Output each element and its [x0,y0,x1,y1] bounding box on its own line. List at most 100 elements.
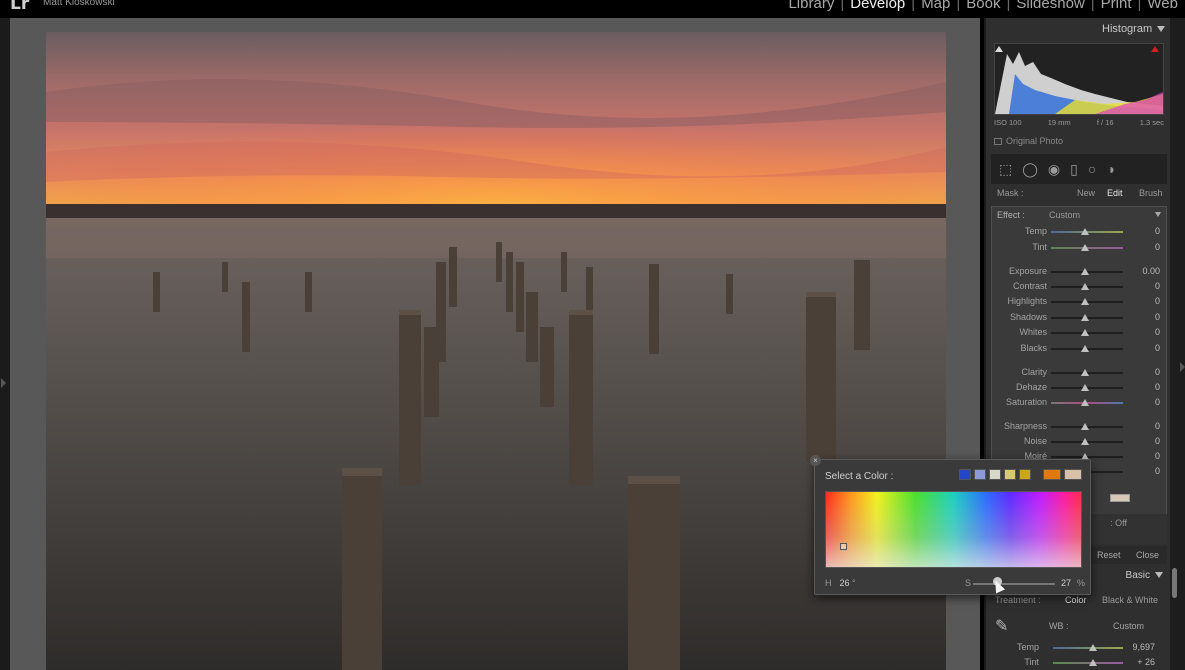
color-spectrum[interactable] [825,491,1082,568]
effect-highlights-slider[interactable]: Highlights 0 [992,295,1168,309]
slider-thumb[interactable] [1089,659,1097,666]
left-panel-collapsed[interactable] [0,18,10,670]
slider-thumb[interactable] [1081,228,1089,235]
module-web[interactable]: Web [1144,0,1181,12]
effect-tint-slider[interactable]: Tint 0 [992,241,1168,255]
effect-shadows-slider[interactable]: Shadows 0 [992,311,1168,325]
expand-left-panel-icon[interactable] [1,378,6,388]
hue-value[interactable]: 26 [840,578,850,588]
wb-dropdown[interactable]: Custom [1113,621,1144,631]
histogram-header[interactable]: Histogram [1102,23,1166,35]
spectrum-marker[interactable] [840,543,847,550]
slider-track[interactable] [1053,662,1123,664]
slider-value[interactable]: 0 [1155,421,1160,431]
slider-thumb[interactable] [1081,369,1089,376]
slider-thumb[interactable] [1081,268,1089,275]
photo-preview[interactable] [46,32,946,670]
slider-thumb[interactable] [1081,314,1089,321]
slider-value[interactable]: 0 [1155,226,1160,236]
graduated-filter-icon[interactable]: ▯ [1070,162,1078,176]
mask-brush-button[interactable]: Brush [1139,188,1163,198]
slider-value[interactable]: + 26 [1137,657,1155,667]
slider-thumb[interactable] [1081,384,1089,391]
effect-temp-slider[interactable]: Temp 0 [992,225,1168,239]
effect-preset-dropdown[interactable]: Custom [1049,210,1080,220]
slider-value[interactable]: 0 [1155,367,1160,377]
slider-thumb[interactable] [1089,644,1097,651]
module-develop[interactable]: Develop [847,0,908,12]
eyedropper-icon[interactable]: ✎ [995,616,1008,636]
module-print[interactable]: Print [1098,0,1135,12]
collapse-triangle-icon[interactable] [1155,572,1163,579]
slider-thumb[interactable] [1081,438,1089,445]
color-swatch[interactable] [1004,469,1016,480]
slider-value[interactable]: 0 [1155,382,1160,392]
basic-temp-slider[interactable]: Temp 9,697 [991,641,1167,655]
reset-button[interactable]: Reset [1097,550,1121,560]
effect-noise-slider[interactable]: Noise 0 [992,435,1168,449]
effect-whites-slider[interactable]: Whites 0 [992,326,1168,340]
module-book[interactable]: Book [963,0,1003,12]
slider-thumb[interactable] [1081,329,1089,336]
histogram-graph[interactable] [994,43,1164,115]
color-swatch[interactable] [1019,469,1031,480]
effect-saturation-slider[interactable]: Saturation 0 [992,396,1168,410]
slider-thumb[interactable] [1081,244,1089,251]
spot-removal-icon[interactable]: ◯ [1022,162,1038,176]
color-swatch[interactable] [989,469,1001,480]
mask-edit-button[interactable]: Edit [1107,188,1123,198]
slider-value[interactable]: 0 [1155,466,1160,476]
saturation-track[interactable] [973,583,1055,585]
slider-value[interactable]: 0 [1155,281,1160,291]
original-photo-toggle[interactable]: Original Photo [994,136,1063,146]
basic-tint-slider[interactable]: Tint + 26 [991,656,1167,670]
mask-color-swatch[interactable] [1110,494,1130,502]
slider-value[interactable]: 9,697 [1132,642,1155,652]
slider-value[interactable]: 0 [1155,451,1160,461]
slider-value[interactable]: 0 [1155,242,1160,252]
close-icon[interactable]: × [810,455,821,466]
treatment-color-button[interactable]: Color [1065,595,1087,605]
crop-overlay-icon[interactable]: ⬚ [999,162,1012,176]
close-button[interactable]: Close [1136,550,1159,560]
effect-sharpness-slider[interactable]: Sharpness 0 [992,420,1168,434]
slider-value[interactable]: 0.00 [1142,266,1160,276]
slider-value[interactable]: 0 [1155,312,1160,322]
color-swatch[interactable] [959,469,971,480]
saturation-value[interactable]: 27 [1061,578,1071,588]
slider-thumb[interactable] [1081,399,1089,406]
chevron-down-icon[interactable] [1155,212,1161,217]
module-map[interactable]: Map [918,0,953,12]
auto-mask-value[interactable]: : Off [1110,518,1127,528]
slider-thumb[interactable] [1081,345,1089,352]
collapse-right-panel-icon[interactable] [1180,362,1185,372]
red-eye-icon[interactable]: ◉ [1048,162,1060,176]
panel-scrollbar[interactable] [1172,568,1177,598]
radial-filter-icon[interactable]: ○ [1088,162,1096,176]
collapse-triangle-icon[interactable] [1157,26,1166,33]
slider-thumb[interactable] [1081,298,1089,305]
treatment-bw-button[interactable]: Black & White [1102,595,1158,605]
mask-new-button[interactable]: New [1077,188,1095,198]
slider-value[interactable]: 0 [1155,436,1160,446]
slider-thumb[interactable] [1081,283,1089,290]
effect-dehaze-slider[interactable]: Dehaze 0 [992,381,1168,395]
slider-track[interactable] [1053,647,1123,649]
module-slideshow[interactable]: Slideshow [1013,0,1087,12]
module-library[interactable]: Library [785,0,837,12]
color-swatch[interactable] [974,469,986,480]
original-photo-checkbox[interactable] [994,137,1002,145]
effect-contrast-slider[interactable]: Contrast 0 [992,280,1168,294]
slider-thumb[interactable] [1081,423,1089,430]
effect-blacks-slider[interactable]: Blacks 0 [992,342,1168,356]
effect-exposure-slider[interactable]: Exposure 0.00 [992,265,1168,279]
slider-label: Exposure [1008,266,1047,276]
slider-value[interactable]: 0 [1155,296,1160,306]
slider-value[interactable]: 0 [1155,327,1160,337]
slider-value[interactable]: 0 [1155,397,1160,407]
slider-value[interactable]: 0 [1155,343,1160,353]
recent-color-swatch[interactable] [1043,469,1061,480]
recent-color-swatch[interactable] [1064,469,1082,480]
effect-clarity-slider[interactable]: Clarity 0 [992,366,1168,380]
adjustment-brush-icon[interactable]: ◑ [1106,162,1114,176]
